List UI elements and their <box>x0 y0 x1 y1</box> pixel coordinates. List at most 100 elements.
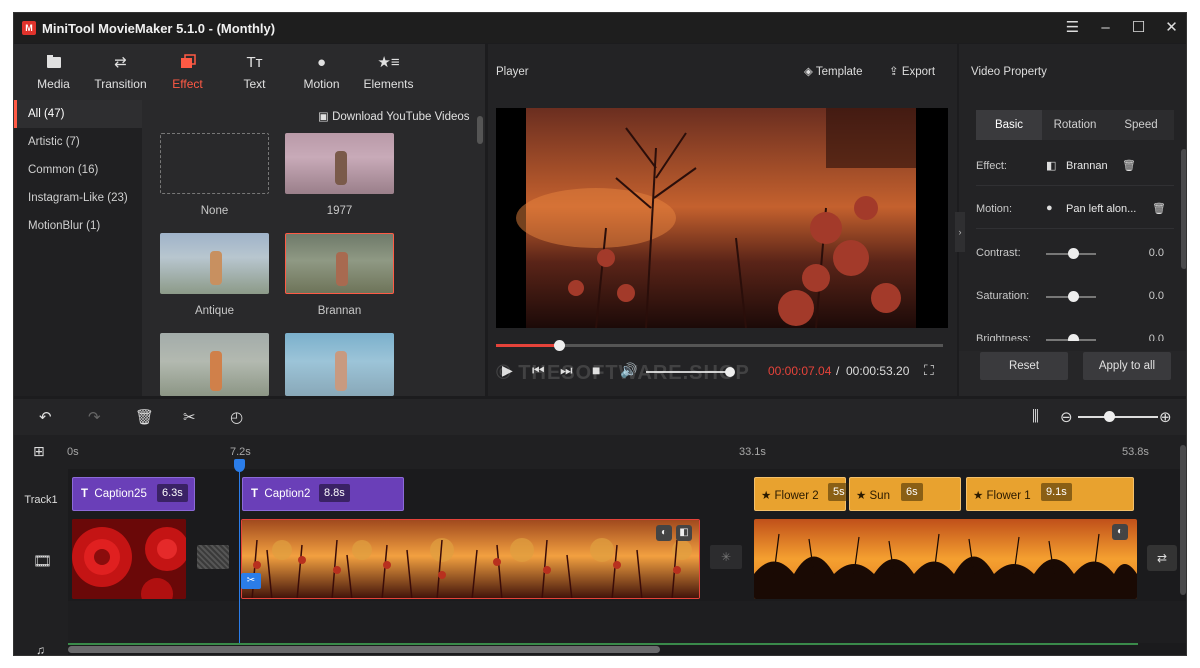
track1-label: Track1 <box>24 494 58 506</box>
ruler-label: 0s <box>67 446 79 458</box>
category-all[interactable]: All (47) <box>14 100 142 128</box>
timeline-scrollbar[interactable] <box>68 646 660 653</box>
tab-motion[interactable]: ● Motion <box>288 44 355 100</box>
saturation-knob[interactable] <box>1068 291 1079 302</box>
caption-name: T Caption25 <box>81 488 147 500</box>
effect-icon <box>180 53 196 72</box>
split-marker-icon[interactable]: ✂ <box>241 573 261 589</box>
add-track-icon[interactable]: ⊞ <box>33 443 45 460</box>
delete-icon[interactable]: 🗑 <box>135 408 154 426</box>
category-instagram-like[interactable]: Instagram-Like (23) <box>14 184 142 212</box>
playhead[interactable] <box>239 465 240 655</box>
effect-thumb-row3-a[interactable] <box>160 333 269 396</box>
split-icon[interactable]: ✂ <box>183 408 196 426</box>
caption-clip[interactable]: T Caption25 6.3s <box>72 477 195 511</box>
zoom-knob[interactable] <box>1104 411 1115 422</box>
element-clip[interactable]: ★ Flower 2 5s <box>754 477 850 511</box>
download-youtube-link[interactable]: ▣ Download YouTube Videos <box>318 109 470 123</box>
tab-elements[interactable]: ★≡ Elements <box>355 44 422 100</box>
apply-to-all-button[interactable]: Apply to all <box>1083 352 1171 380</box>
effect-grid: ▣ Download YouTube Videos None 1977 Anti… <box>142 100 485 396</box>
progress-knob[interactable] <box>554 340 565 351</box>
video-clip-silhouette[interactable]: ◐ <box>754 519 1137 599</box>
youtube-download-icon: ▣ <box>318 111 333 123</box>
main-toolbar: Media ⇄ Transition Effect Tт Text ● Moti… <box>14 44 485 100</box>
collapse-arrow-icon[interactable]: › <box>955 212 965 252</box>
category-list: All (47) Artistic (7) Common (16) Instag… <box>14 100 142 396</box>
undo-icon[interactable]: ↶ <box>39 408 52 426</box>
ruler-label: 33.1s <box>739 446 766 458</box>
app-window: M MiniTool MovieMaker 5.1.0 - (Monthly) … <box>13 12 1187 656</box>
timeline-vertical-scrollbar[interactable] <box>1180 445 1186 595</box>
tab-media[interactable]: Media <box>20 44 87 100</box>
category-artistic[interactable]: Artistic (7) <box>14 128 142 156</box>
redo-icon[interactable]: ↷ <box>88 408 101 426</box>
delete-effect-icon[interactable]: 🗑 <box>1122 159 1136 172</box>
current-time: 00:00:07.04 <box>768 364 832 378</box>
tab-speed[interactable]: Speed <box>1108 110 1174 140</box>
elements-icon: ★≡ <box>377 53 400 71</box>
zoom-out-icon[interactable]: ⊖ <box>1060 408 1073 426</box>
export-label: Export <box>901 66 936 78</box>
contrast-value: 0.0 <box>1148 247 1164 259</box>
text-icon: Tт <box>246 53 263 71</box>
caption-clip[interactable]: T Caption2 8.8s <box>242 477 404 511</box>
brightness-knob[interactable] <box>1068 334 1079 341</box>
effect-thumb-none[interactable] <box>160 133 269 194</box>
effect-row: Effect: ◧ Brannan 🗑 <box>976 148 1174 186</box>
element-clip[interactable]: ★ Sun 6s <box>849 477 961 511</box>
video-clip-sunset-field[interactable]: ◐ ◧ <box>241 519 700 599</box>
export-button[interactable]: ⇪ Export <box>889 64 935 78</box>
element-name: ★ Flower 2 <box>761 490 819 502</box>
effect-thumb-antique[interactable] <box>160 233 269 294</box>
timeline-ruler[interactable]: ⊞ 0s 7.2s 33.1s 53.8s <box>14 435 1186 469</box>
category-common[interactable]: Common (16) <box>14 156 142 184</box>
property-scrollbar[interactable] <box>1181 149 1186 269</box>
close-button[interactable]: ✕ <box>1155 13 1186 43</box>
brightness-label: Brightness: <box>976 333 1032 341</box>
menu-icon[interactable]: ☰ <box>1056 13 1089 43</box>
saturation-value: 0.0 <box>1148 290 1164 302</box>
fit-timeline-icon[interactable]: ⫼ <box>1032 408 1039 425</box>
audio-track[interactable] <box>68 601 1186 643</box>
swap-icon[interactable]: ⇄ <box>1147 545 1177 571</box>
element-clip[interactable]: ★ Flower 1 9.1s <box>966 477 1134 511</box>
zoom-in-icon[interactable]: ⊕ <box>1159 408 1172 426</box>
effect-thumb-row3-b[interactable] <box>285 333 394 396</box>
delete-motion-icon[interactable]: 🗑 <box>1152 202 1166 215</box>
fullscreen-icon[interactable]: ⛶ <box>924 362 934 379</box>
maximize-button[interactable]: ☐ <box>1122 13 1155 43</box>
tab-transition-label: Transition <box>94 76 147 91</box>
contrast-knob[interactable] <box>1068 248 1079 259</box>
silhouette-thumbnails <box>754 519 1137 599</box>
zoom-slider[interactable] <box>1078 416 1158 418</box>
library-scrollbar[interactable] <box>477 116 483 144</box>
minimize-button[interactable]: – <box>1089 13 1122 43</box>
tab-text[interactable]: Tт Text <box>221 44 288 100</box>
app-logo-icon: M <box>22 21 36 35</box>
transition-slot[interactable] <box>197 545 229 569</box>
tab-rotation[interactable]: Rotation <box>1042 110 1108 140</box>
effect-icon: ◧ <box>1046 160 1057 172</box>
caption-duration: 8.8s <box>319 484 350 502</box>
saturation-label: Saturation: <box>976 290 1030 302</box>
transition-loading-icon[interactable]: ✳ <box>710 545 742 569</box>
effect-thumb-1977[interactable] <box>285 133 394 194</box>
tab-transition[interactable]: ⇄ Transition <box>87 44 154 100</box>
video-clip-roses[interactable] <box>72 519 186 599</box>
reset-button[interactable]: Reset <box>980 352 1068 380</box>
tab-basic[interactable]: Basic <box>976 110 1042 140</box>
speed-icon[interactable]: ◴ <box>230 408 243 426</box>
property-tabs: Basic Rotation Speed <box>976 110 1174 140</box>
video-preview[interactable] <box>496 108 948 328</box>
video-track-icon: 🎞 <box>33 553 53 570</box>
tab-effect[interactable]: Effect <box>154 44 221 100</box>
template-button[interactable]: ◈ Template <box>804 64 863 78</box>
saturation-row: Saturation: 0.0 <box>976 278 1174 316</box>
player-title: Player <box>496 66 529 78</box>
caption-duration: 6.3s <box>157 484 188 502</box>
playhead-handle[interactable] <box>234 459 245 472</box>
effect-thumb-brannan[interactable] <box>285 233 394 294</box>
brightness-row: Brightness: 0.0 <box>976 321 1174 341</box>
category-motionblur[interactable]: MotionBlur (1) <box>14 212 142 240</box>
